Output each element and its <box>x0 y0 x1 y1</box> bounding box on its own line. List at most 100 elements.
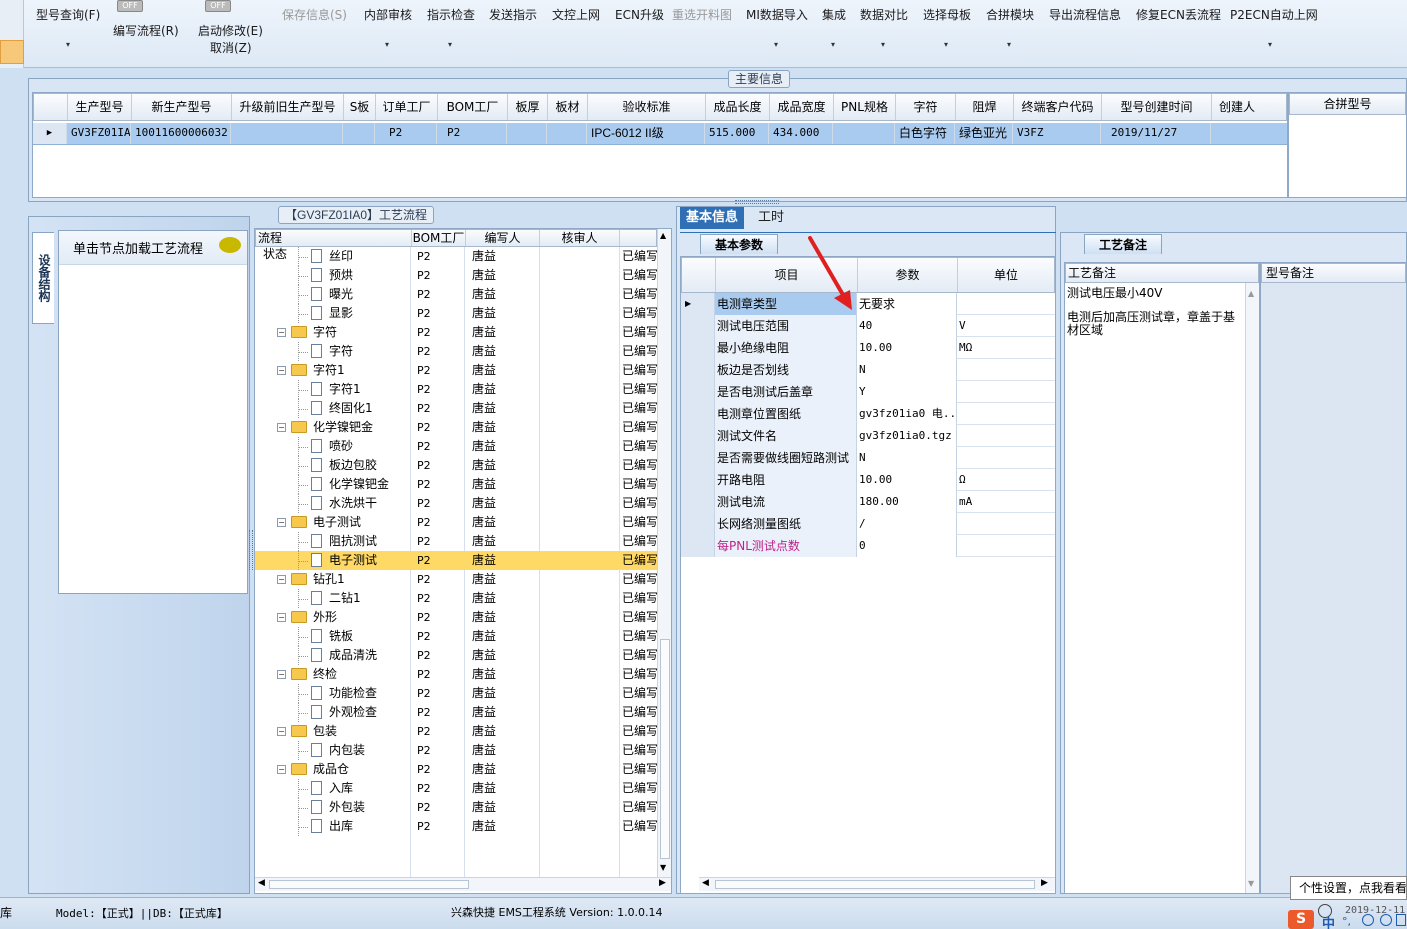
tree-step-row[interactable]: 终固化1 P2 唐益 已编写 <box>255 399 657 418</box>
collapse-icon[interactable]: − <box>277 366 286 375</box>
param-row[interactable]: 板边是否划线 N <box>681 359 1055 381</box>
tree-step-row[interactable]: 成品清洗 P2 唐益 已编写 <box>255 646 657 665</box>
scroll-left-icon[interactable]: ◀ <box>702 878 709 888</box>
dropdown-arrow-icon[interactable]: ▾ <box>831 40 835 49</box>
tree-node-label[interactable]: 终检 <box>313 665 337 684</box>
col-header[interactable]: 编写人 <box>466 230 540 246</box>
scroll-up-icon[interactable]: ▲ <box>660 231 666 240</box>
tree-folder-row[interactable]: − 终检 P2 唐益 已编写 <box>255 665 657 684</box>
tree-node-label[interactable]: 曝光 <box>329 285 353 304</box>
tree-node-label[interactable]: 电子测试 <box>329 551 377 570</box>
toolbar-integrate[interactable]: 集成 <box>822 6 846 23</box>
param-value[interactable]: 180.00 <box>857 491 957 513</box>
tree-node-label[interactable]: 外观检查 <box>329 703 377 722</box>
tree-node-label[interactable]: 丝印 <box>329 247 353 266</box>
col-header[interactable]: 流程 <box>256 230 412 246</box>
param-row[interactable]: 测试电压范围 40 V <box>681 315 1055 337</box>
cell[interactable]: 434.000 <box>769 123 833 144</box>
param-row[interactable]: 是否电测试后盖章 Y <box>681 381 1055 403</box>
col-header[interactable]: 验收标准 <box>588 94 706 120</box>
col-header[interactable]: 成品宽度 <box>770 94 834 120</box>
tree-step-row[interactable]: 外观检查 P2 唐益 已编写 <box>255 703 657 722</box>
microphone-icon[interactable] <box>1380 914 1392 926</box>
ime-logo-icon[interactable]: S <box>1288 910 1314 929</box>
param-value[interactable]: 40 <box>857 315 957 337</box>
tree-node-label[interactable]: 板边包胶 <box>329 456 377 475</box>
row-selector[interactable] <box>681 315 715 337</box>
tree-folder-row[interactable]: − 字符 P2 唐益 已编写 <box>255 323 657 342</box>
subtab-basic-params[interactable]: 基本参数 <box>700 234 779 254</box>
param-row[interactable]: ▶ 电测章类型 无要求 <box>681 293 1055 315</box>
tree-node-label[interactable]: 字符 <box>313 323 337 342</box>
tree-step-row[interactable]: 水洗烘干 P2 唐益 已编写 <box>255 494 657 513</box>
tree-step-row[interactable]: 板边包胶 P2 唐益 已编写 <box>255 456 657 475</box>
col-header[interactable]: PNL规格 <box>834 94 896 120</box>
cell[interactable] <box>547 123 587 144</box>
toolbar-select-mother-board[interactable]: 选择母板 <box>923 6 971 23</box>
scroll-thumb[interactable] <box>660 639 670 859</box>
param-value[interactable]: / <box>857 513 957 535</box>
param-row[interactable]: 开路电阻 10.00 Ω <box>681 469 1055 491</box>
tree-step-row[interactable]: 预烘 P2 唐益 已编写 <box>255 266 657 285</box>
params-horizontal-scrollbar[interactable]: ◀ ▶ <box>699 877 1055 891</box>
scroll-thumb[interactable] <box>715 880 1035 889</box>
toolbar-cancel[interactable]: 取消(Z) <box>210 39 252 56</box>
tree-step-row[interactable]: 曝光 P2 唐益 已编写 <box>255 285 657 304</box>
keyboard-icon[interactable] <box>1396 914 1406 926</box>
tab-work-hours[interactable]: 工时 <box>752 207 790 229</box>
collapse-icon[interactable]: − <box>277 328 286 337</box>
dropdown-arrow-icon[interactable]: ▾ <box>66 40 70 49</box>
collapse-icon[interactable]: − <box>277 518 286 527</box>
col-header[interactable]: 核审人 <box>540 230 620 246</box>
cell[interactable]: V3FZ <box>1013 123 1101 144</box>
row-selector[interactable] <box>681 359 715 381</box>
cell[interactable]: GV3FZ01IA0 <box>67 123 131 144</box>
toolbar-data-compare[interactable]: 数据对比 <box>860 6 908 23</box>
dropdown-arrow-icon[interactable]: ▾ <box>448 40 452 49</box>
scroll-down-icon[interactable]: ▼ <box>1248 879 1254 888</box>
cell[interactable]: IPC-6012 II级 <box>587 123 705 144</box>
col-header[interactable]: 终端客户代码 <box>1014 94 1102 120</box>
param-row[interactable]: 最小绝缘电阻 10.00 MΩ <box>681 337 1055 359</box>
toolbar-ecn-upgrade[interactable]: ECN升级 <box>615 6 664 23</box>
tree-step-row[interactable]: 化学镍钯金 P2 唐益 已编写 <box>255 475 657 494</box>
cell[interactable] <box>507 123 547 144</box>
dropdown-arrow-icon[interactable]: ▾ <box>1007 40 1011 49</box>
emoji-icon[interactable] <box>1362 914 1374 926</box>
param-row[interactable]: 电测章位置图纸 gv3fz01ia0 电... <box>681 403 1055 425</box>
tree-step-row[interactable]: 电子测试 P2 唐益 已编写 <box>255 551 657 570</box>
toolbar-reselect-cut-drawing[interactable]: 重选开料图 <box>672 6 732 23</box>
cell[interactable]: P2 <box>375 123 437 144</box>
scroll-up-icon[interactable]: ▲ <box>1248 289 1254 298</box>
cell[interactable] <box>1211 123 1261 144</box>
process-remark-line1[interactable]: 测试电压最小40V <box>1067 287 1243 300</box>
toolbar-export-flow[interactable]: 导出流程信息 <box>1049 6 1121 23</box>
collapse-icon[interactable]: − <box>277 423 286 432</box>
col-header[interactable]: 板厚 <box>508 94 548 120</box>
col-header[interactable]: 单位 <box>958 258 1054 292</box>
tree-step-row[interactable]: 喷砂 P2 唐益 已编写 <box>255 437 657 456</box>
tree-node-label[interactable]: 铣板 <box>329 627 353 646</box>
row-selector[interactable] <box>681 469 715 491</box>
param-value[interactable]: gv3fz01ia0.tgz <box>857 425 957 447</box>
collapse-icon[interactable]: − <box>277 765 286 774</box>
param-value[interactable]: N <box>857 359 957 381</box>
cell[interactable]: 2019/11/27 <box>1101 123 1211 144</box>
tab-basic-info[interactable]: 基本信息 <box>680 207 745 229</box>
row-selector[interactable] <box>681 381 715 403</box>
tree-node-label[interactable]: 成品清洗 <box>329 646 377 665</box>
tree-node-label[interactable]: 化学镍钯金 <box>329 475 389 494</box>
tree-node-label[interactable]: 终固化1 <box>329 399 373 418</box>
tree-node-label[interactable]: 外形 <box>313 608 337 627</box>
tree-step-row[interactable]: 内包装 P2 唐益 已编写 <box>255 741 657 760</box>
param-value[interactable]: 10.00 <box>857 337 957 359</box>
tree-folder-row[interactable]: − 化学镍钯金 P2 唐益 已编写 <box>255 418 657 437</box>
collapse-icon[interactable]: − <box>277 613 286 622</box>
tree-step-row[interactable]: 显影 P2 唐益 已编写 <box>255 304 657 323</box>
toolbar-merge-module[interactable]: 合拼模块 <box>986 6 1034 23</box>
param-value[interactable]: N <box>857 447 957 469</box>
tree-node-label[interactable]: 外包装 <box>329 798 365 817</box>
collapse-icon[interactable]: − <box>277 575 286 584</box>
collapse-icon[interactable]: − <box>277 727 286 736</box>
row-selector[interactable]: ▶ <box>681 293 715 315</box>
